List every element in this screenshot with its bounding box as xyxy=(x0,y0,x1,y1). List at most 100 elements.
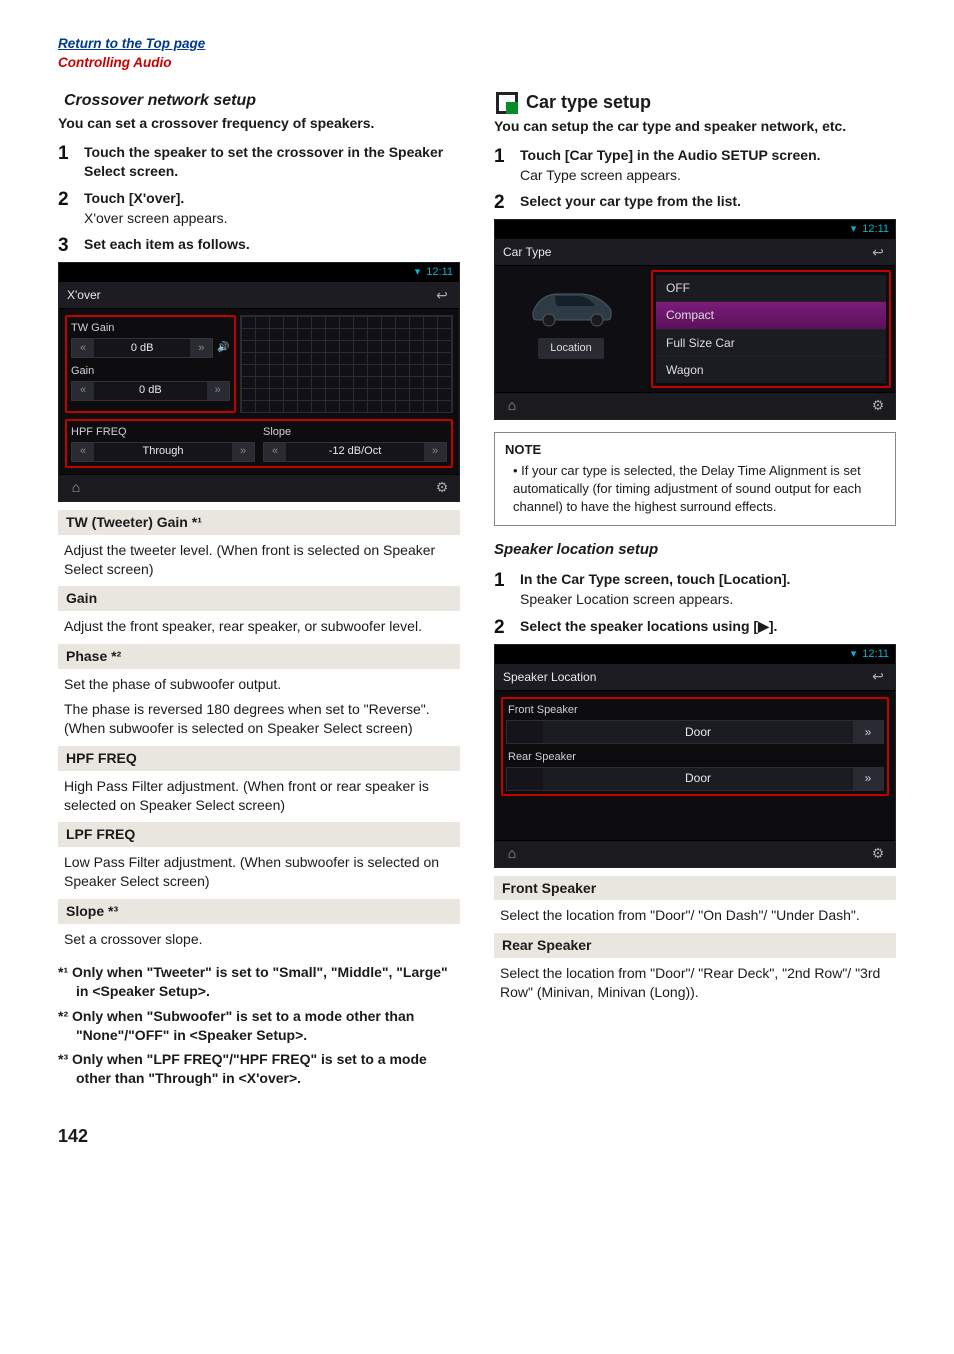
step-text: Touch [X'over]. xyxy=(84,190,184,206)
car-type-option[interactable]: Compact xyxy=(656,302,886,329)
gear-icon[interactable]: ⚙ xyxy=(869,397,887,415)
def-body: High Pass Filter adjustment. (When front… xyxy=(58,771,460,815)
footnote: *³ Only when "LPF FREQ"/"HPF FREQ" is se… xyxy=(76,1050,460,1088)
crossover-heading: Crossover network setup xyxy=(58,90,460,112)
speaker-icon xyxy=(507,768,543,790)
step-text: Touch the speaker to set the crossover i… xyxy=(84,144,443,179)
hpf-value: Through xyxy=(94,443,232,461)
def-term: TW (Tweeter) Gain *¹ xyxy=(58,510,460,535)
slope-inc[interactable]: » xyxy=(424,443,446,461)
car-type-lead: You can setup the car type and speaker n… xyxy=(494,117,896,136)
step-subtext: X'over screen appears. xyxy=(84,209,460,228)
step-text: In the Car Type screen, touch [Location]… xyxy=(520,571,790,587)
gear-icon[interactable]: ⚙ xyxy=(869,845,887,863)
footnote: *¹ Only when "Tweeter" is set to "Small"… xyxy=(76,963,460,1001)
step-number: 1 xyxy=(494,144,505,170)
clock: 12:11 xyxy=(862,647,889,662)
tw-gain-inc[interactable]: » xyxy=(190,339,212,357)
page-number: 142 xyxy=(58,1124,896,1148)
step-number: 1 xyxy=(58,141,69,167)
back-icon[interactable]: ↩ xyxy=(433,286,451,304)
section-marker-icon xyxy=(496,92,518,114)
step-subtext: Speaker Location screen appears. xyxy=(520,590,896,609)
return-top-link[interactable]: Return to the Top page xyxy=(58,36,205,51)
def-term: Slope *³ xyxy=(58,899,460,924)
wifi-icon: ▾ xyxy=(851,222,857,237)
wifi-icon: ▾ xyxy=(415,265,421,280)
crossover-lead: You can set a crossover frequency of spe… xyxy=(58,114,460,133)
step-number: 2 xyxy=(494,190,505,216)
def-term: LPF FREQ xyxy=(58,822,460,847)
xover-screenshot: ▾ 12:11 X'over ↩ TW Gain « 0 dB » xyxy=(58,262,460,501)
back-icon[interactable]: ↩ xyxy=(869,243,887,261)
clock: 12:11 xyxy=(862,222,889,237)
slope-value: -12 dB/Oct xyxy=(286,443,424,461)
front-speaker-label: Front Speaker xyxy=(506,701,884,720)
car-type-option[interactable]: Wagon xyxy=(656,357,886,383)
hpf-label: HPF FREQ xyxy=(71,425,255,440)
def-body: Select the location from "Door"/ "Rear D… xyxy=(494,958,896,1002)
step-number: 1 xyxy=(494,568,505,594)
car-type-heading: Car type setup xyxy=(526,90,651,114)
step-text: Touch [Car Type] in the Audio SETUP scre… xyxy=(520,147,821,163)
def-term: Phase *² xyxy=(58,644,460,669)
step-number: 2 xyxy=(58,187,69,213)
note-title: NOTE xyxy=(505,441,885,459)
crossover-graph xyxy=(240,315,453,413)
step-text: Select your car type from the list. xyxy=(520,193,741,209)
gain-label: Gain xyxy=(71,364,230,379)
screen-title: Car Type xyxy=(503,244,551,260)
hpf-inc[interactable]: » xyxy=(232,443,254,461)
slope-dec[interactable]: « xyxy=(264,443,286,461)
step-text: Select the speaker locations using [▶]. xyxy=(520,618,777,634)
home-icon[interactable]: ⌂ xyxy=(503,397,521,415)
def-body: Set a crossover slope. xyxy=(58,924,460,949)
step-text: Set each item as follows. xyxy=(84,236,250,252)
step-number: 2 xyxy=(494,615,505,641)
speaker-icon xyxy=(507,721,543,743)
def-body: Low Pass Filter adjustment. (When subwoo… xyxy=(58,847,460,891)
front-speaker-value: Door xyxy=(543,721,853,743)
step-number: 3 xyxy=(58,233,69,259)
def-body: Select the location from "Door"/ "On Das… xyxy=(494,900,896,925)
footnote: *² Only when "Subwoofer" is set to a mod… xyxy=(76,1007,460,1045)
gear-icon[interactable]: ⚙ xyxy=(433,479,451,497)
def-body: Set the phase of subwoofer output. xyxy=(58,669,460,694)
tw-gain-dec[interactable]: « xyxy=(72,339,94,357)
wifi-icon: ▾ xyxy=(851,647,857,662)
gain-inc[interactable]: » xyxy=(207,382,229,400)
speaker-icon: 🔊 xyxy=(217,341,229,355)
home-icon[interactable]: ⌂ xyxy=(67,479,85,497)
car-type-option[interactable]: Full Size Car xyxy=(656,330,886,357)
rear-speaker-value: Door xyxy=(543,768,853,790)
car-type-screenshot: ▾ 12:11 Car Type ↩ Location xyxy=(494,219,896,420)
screen-title: Speaker Location xyxy=(503,669,596,685)
back-icon[interactable]: ↩ xyxy=(869,668,887,686)
def-body: Adjust the front speaker, rear speaker, … xyxy=(58,611,460,636)
clock: 12:11 xyxy=(426,265,453,280)
speaker-location-screenshot: ▾ 12:11 Speaker Location ↩ Front Speaker… xyxy=(494,644,896,868)
breadcrumb: Controlling Audio xyxy=(58,55,171,70)
tw-gain-value: 0 dB xyxy=(94,339,190,357)
location-button[interactable]: Location xyxy=(538,338,604,359)
def-term: Rear Speaker xyxy=(494,933,896,958)
car-illustration xyxy=(521,272,621,332)
def-body: Adjust the tweeter level. (When front is… xyxy=(58,535,460,579)
def-body: The phase is reversed 180 degrees when s… xyxy=(58,694,460,738)
step-subtext: Car Type screen appears. xyxy=(520,166,896,185)
gain-value: 0 dB xyxy=(94,382,207,400)
gain-dec[interactable]: « xyxy=(72,382,94,400)
car-type-option[interactable]: OFF xyxy=(656,275,886,302)
note-body: If your car type is selected, the Delay … xyxy=(513,462,885,515)
tw-gain-label: TW Gain xyxy=(71,321,230,336)
rear-speaker-label: Rear Speaker xyxy=(506,748,884,767)
rear-speaker-next[interactable]: » xyxy=(853,768,883,790)
note-box: NOTE If your car type is selected, the D… xyxy=(494,432,896,526)
speaker-location-heading: Speaker location setup xyxy=(494,540,896,560)
hpf-dec[interactable]: « xyxy=(72,443,94,461)
def-term: Front Speaker xyxy=(494,876,896,901)
home-icon[interactable]: ⌂ xyxy=(503,845,521,863)
def-term: HPF FREQ xyxy=(58,746,460,771)
front-speaker-next[interactable]: » xyxy=(853,721,883,743)
slope-label: Slope xyxy=(263,425,447,440)
